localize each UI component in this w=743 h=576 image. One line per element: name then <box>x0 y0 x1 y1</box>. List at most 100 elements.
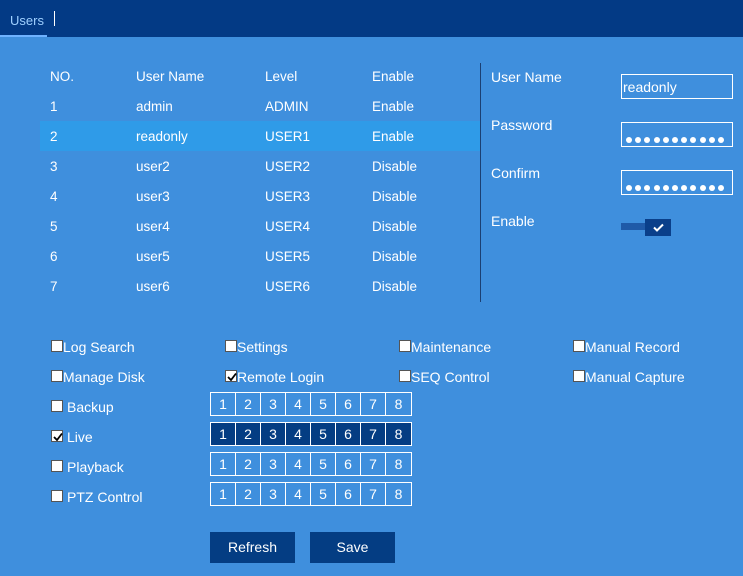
password-input[interactable] <box>621 122 733 147</box>
channel-button-selected[interactable]: 5 <box>311 423 336 445</box>
save-button[interactable]: Save <box>310 532 395 563</box>
row-user-name: readonly <box>136 129 188 144</box>
row-no: 3 <box>50 159 58 174</box>
checkbox[interactable] <box>51 490 63 502</box>
channel-button[interactable]: 5 <box>311 453 336 475</box>
channel-button-selected[interactable]: 4 <box>286 423 311 445</box>
row-level: USER3 <box>265 189 311 204</box>
row-enable: Disable <box>372 279 418 294</box>
row-user-name: user5 <box>136 249 170 264</box>
channel-button[interactable]: 8 <box>386 453 411 475</box>
checkbox[interactable] <box>51 340 63 352</box>
perm-log-search-label: Log Search <box>63 339 135 355</box>
table-row[interactable]: 6 user5 USER5 Disable <box>40 241 480 271</box>
refresh-button[interactable]: Refresh <box>210 532 295 563</box>
table-row[interactable]: 3 user2 USER2 Disable <box>40 151 480 181</box>
header-enable: Enable <box>372 69 415 84</box>
perm-remote-login-label: Remote Login <box>237 369 325 385</box>
row-no: 7 <box>50 279 58 294</box>
channel-button[interactable]: 2 <box>236 393 261 415</box>
row-no: 5 <box>50 219 58 234</box>
row-enable: Disable <box>372 219 418 234</box>
checkbox[interactable] <box>573 340 585 352</box>
tab-users-label: Users <box>10 13 44 28</box>
row-user-name: user3 <box>136 189 170 204</box>
channel-button[interactable]: 7 <box>361 483 386 505</box>
channel-button[interactable]: 6 <box>336 453 361 475</box>
header-level: Level <box>265 69 298 84</box>
perm-ptz-control-label: PTZ Control <box>67 489 143 505</box>
channel-button[interactable]: 2 <box>236 483 261 505</box>
perm-live-label: Live <box>67 429 93 445</box>
checkbox-checked[interactable] <box>225 370 237 382</box>
row-no: 4 <box>50 189 58 204</box>
perm-manual-record-label: Manual Record <box>585 339 680 355</box>
checkbox[interactable] <box>51 400 63 412</box>
row-no: 2 <box>50 129 58 144</box>
table-header: NO. User Name Level Enable <box>40 61 480 91</box>
channel-button[interactable]: 1 <box>211 483 236 505</box>
channel-button-selected[interactable]: 2 <box>236 423 261 445</box>
channel-button[interactable]: 4 <box>286 393 311 415</box>
channel-button[interactable]: 3 <box>261 483 286 505</box>
confirm-password-input[interactable] <box>621 170 733 195</box>
channel-button-selected[interactable]: 1 <box>211 423 236 445</box>
channel-button-selected[interactable]: 3 <box>261 423 286 445</box>
row-level: USER4 <box>265 219 311 234</box>
channel-button[interactable]: 5 <box>311 393 336 415</box>
checkbox[interactable] <box>51 460 63 472</box>
panel-divider <box>480 63 481 302</box>
check-icon <box>53 432 63 442</box>
channel-button[interactable]: 1 <box>211 393 236 415</box>
channel-button[interactable]: 4 <box>286 453 311 475</box>
table-row[interactable]: 4 user3 USER3 Disable <box>40 181 480 211</box>
row-level: USER1 <box>265 129 311 144</box>
checkbox-checked[interactable] <box>51 430 63 442</box>
table-row[interactable]: 7 user6 USER6 Disable <box>40 271 480 301</box>
channel-button[interactable]: 8 <box>386 483 411 505</box>
channel-button[interactable]: 7 <box>361 453 386 475</box>
perm-manage-disk-label: Manage Disk <box>63 369 145 385</box>
channel-button[interactable]: 2 <box>236 453 261 475</box>
playback-channel-grid: 1 2 3 4 5 6 7 8 <box>210 452 412 476</box>
perm-playback-label: Playback <box>67 459 124 475</box>
channel-button[interactable]: 1 <box>211 453 236 475</box>
channel-button[interactable]: 6 <box>336 393 361 415</box>
username-input[interactable] <box>621 74 733 99</box>
top-bar: Users <box>0 0 743 37</box>
checkbox[interactable] <box>573 370 585 382</box>
checkbox[interactable] <box>399 370 411 382</box>
tab-users[interactable]: Users <box>0 0 47 37</box>
channel-button[interactable]: 3 <box>261 393 286 415</box>
row-enable: Disable <box>372 249 418 264</box>
row-level: ADMIN <box>265 99 309 114</box>
row-level: USER2 <box>265 159 311 174</box>
table-row[interactable]: 5 user4 USER4 Disable <box>40 211 480 241</box>
enable-label: Enable <box>491 213 535 229</box>
toggle-knob <box>645 219 671 236</box>
channel-button[interactable]: 5 <box>311 483 336 505</box>
row-level: USER6 <box>265 279 311 294</box>
table-row-selected[interactable]: 2 readonly USER1 Enable <box>40 121 480 151</box>
channel-button[interactable]: 7 <box>361 393 386 415</box>
password-label: Password <box>491 117 553 133</box>
checkbox[interactable] <box>399 340 411 352</box>
table-row[interactable]: 1 admin ADMIN Enable <box>40 91 480 121</box>
channel-button[interactable]: 3 <box>261 453 286 475</box>
enable-toggle[interactable] <box>621 219 671 236</box>
row-enable: Disable <box>372 189 418 204</box>
channel-button[interactable]: 4 <box>286 483 311 505</box>
tab-separator <box>54 11 55 26</box>
backup-channel-grid: 1 2 3 4 5 6 7 8 <box>210 392 412 416</box>
checkbox[interactable] <box>225 340 237 352</box>
row-enable: Disable <box>372 159 418 174</box>
channel-button-selected[interactable]: 7 <box>361 423 386 445</box>
checkbox[interactable] <box>51 370 63 382</box>
channel-button[interactable]: 8 <box>386 393 411 415</box>
channel-button[interactable]: 6 <box>336 483 361 505</box>
channel-button-selected[interactable]: 8 <box>386 423 411 445</box>
row-enable: Enable <box>372 99 415 114</box>
channel-button-selected[interactable]: 6 <box>336 423 361 445</box>
row-user-name: admin <box>136 99 173 114</box>
row-user-name: user4 <box>136 219 170 234</box>
